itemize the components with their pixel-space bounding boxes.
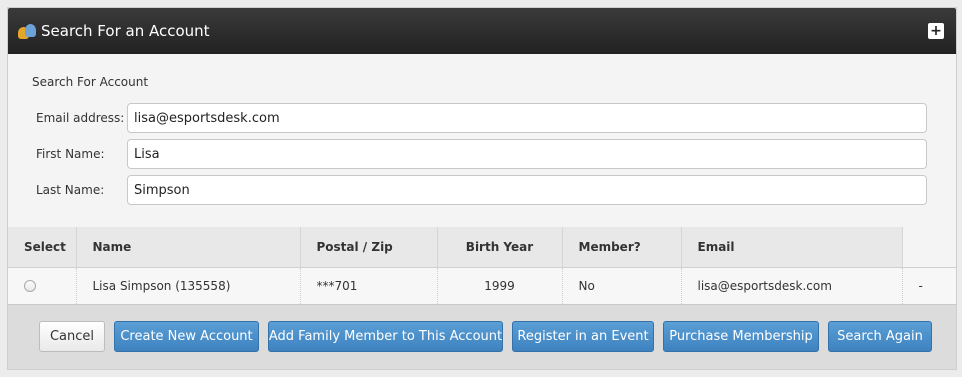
last-name-label: Last Name: bbox=[36, 183, 105, 197]
register-event-button[interactable]: Register in an Event bbox=[512, 321, 654, 352]
birth-year-cell: 1999 bbox=[437, 267, 563, 305]
last-name-field[interactable] bbox=[127, 175, 927, 205]
col-header-postal: Postal / Zip bbox=[300, 227, 438, 268]
email-label: Email address: bbox=[36, 111, 125, 125]
panel-header: Search For an Account + bbox=[8, 8, 956, 54]
search-again-button[interactable]: Search Again bbox=[828, 321, 932, 352]
first-name-row: First Name: bbox=[8, 139, 956, 169]
search-account-panel: Search For an Account + Search For Accou… bbox=[7, 7, 957, 370]
col-header-birth-year: Birth Year bbox=[437, 227, 563, 268]
purchase-membership-button[interactable]: Purchase Membership bbox=[663, 321, 819, 352]
first-name-field[interactable] bbox=[127, 139, 927, 169]
email-cell: lisa@esportsdesk.com bbox=[681, 267, 903, 305]
first-name-label: First Name: bbox=[36, 147, 105, 161]
select-cell bbox=[8, 267, 77, 305]
table-header-row: Select Name Postal / Zip Birth Year Memb… bbox=[8, 227, 956, 268]
name-cell: Lisa Simpson (135558) bbox=[76, 267, 301, 305]
section-title: Search For Account bbox=[32, 75, 149, 89]
col-header-member: Member? bbox=[562, 227, 682, 268]
table-row: Lisa Simpson (135558) ***701 1999 No lis… bbox=[8, 267, 956, 305]
panel-title: Search For an Account bbox=[41, 22, 210, 40]
last-name-row: Last Name: bbox=[8, 175, 956, 205]
extra-cell: - bbox=[902, 267, 956, 305]
email-row: Email address: bbox=[8, 103, 956, 133]
add-family-member-button[interactable]: Add Family Member to This Account bbox=[268, 321, 503, 352]
expand-button[interactable]: + bbox=[928, 23, 944, 39]
col-header-email: Email bbox=[681, 227, 903, 268]
results-table: Select Name Postal / Zip Birth Year Memb… bbox=[8, 227, 956, 305]
action-bar: Cancel Create New Account Add Family Mem… bbox=[8, 304, 956, 369]
col-header-blank bbox=[902, 227, 956, 268]
email-field[interactable] bbox=[127, 103, 927, 133]
postal-cell: ***701 bbox=[300, 267, 438, 305]
create-account-button[interactable]: Create New Account bbox=[114, 321, 259, 352]
member-cell: No bbox=[562, 267, 682, 305]
col-header-select: Select bbox=[8, 227, 77, 268]
cancel-button[interactable]: Cancel bbox=[39, 321, 105, 352]
col-header-name: Name bbox=[76, 227, 301, 268]
users-icon bbox=[18, 22, 36, 40]
select-radio[interactable] bbox=[24, 280, 36, 292]
